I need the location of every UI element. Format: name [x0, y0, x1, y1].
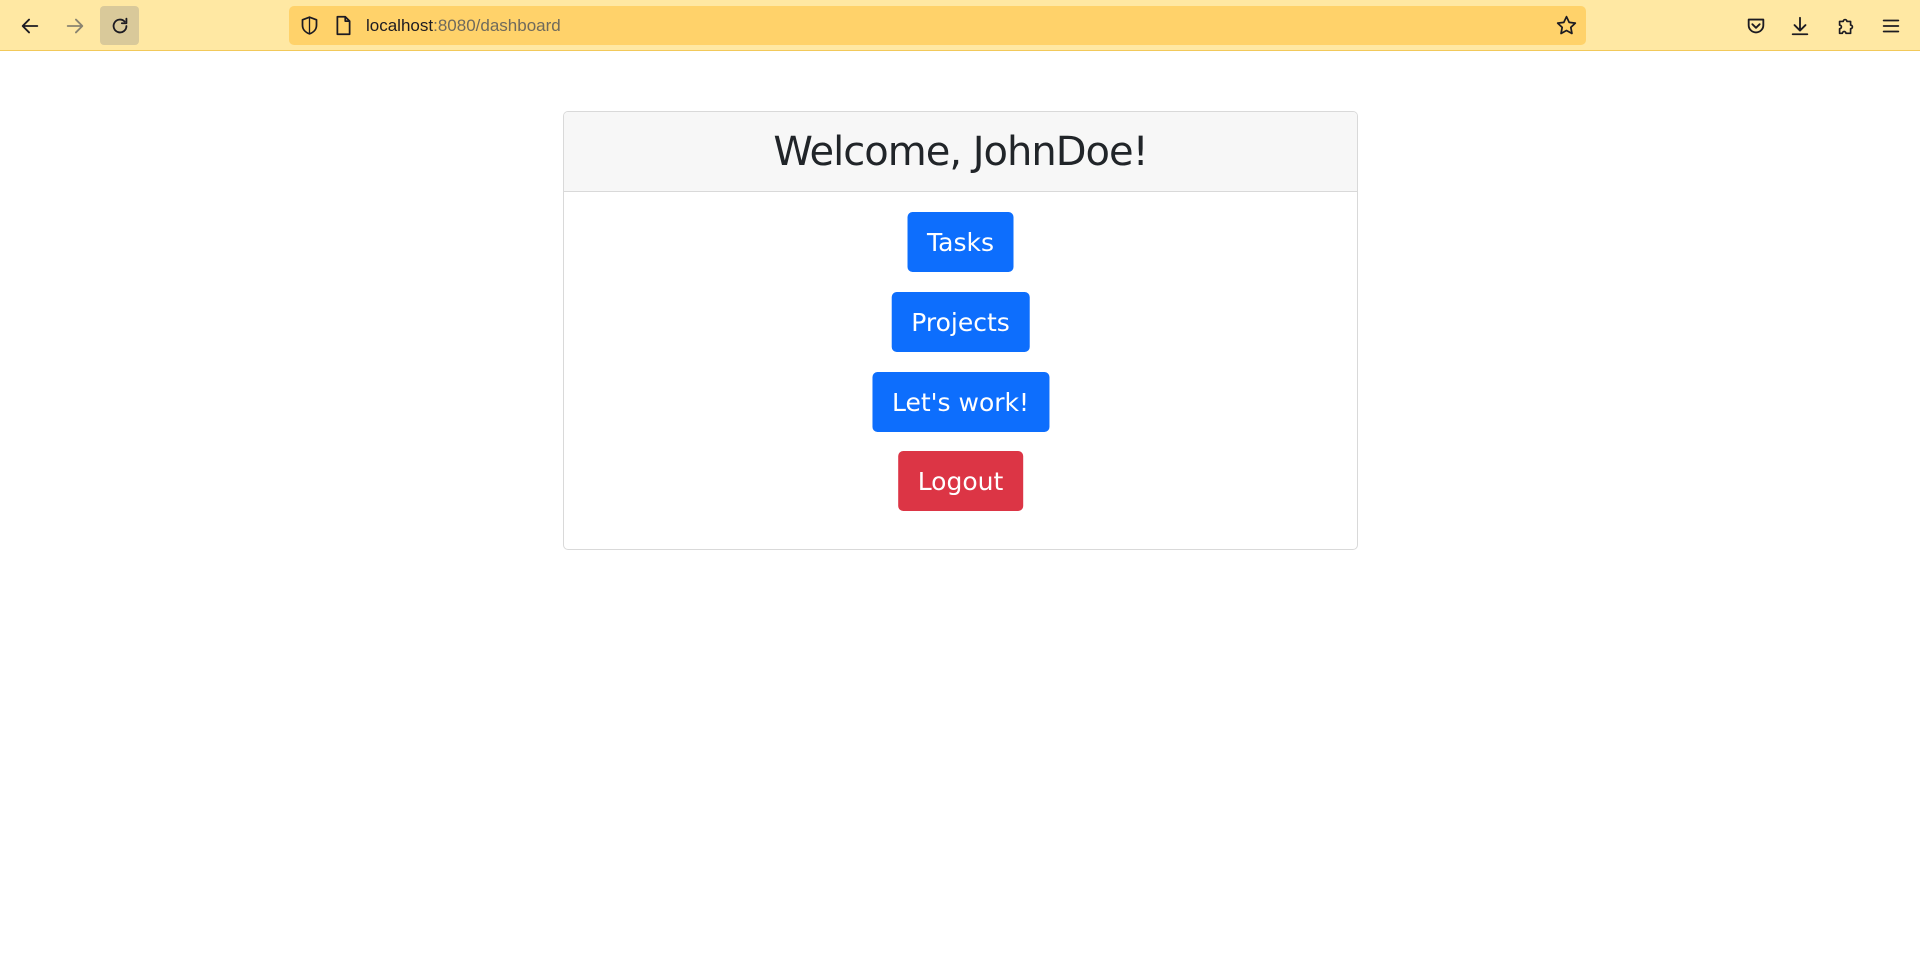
- extensions-button[interactable]: [1826, 6, 1865, 45]
- reload-button[interactable]: [100, 6, 139, 45]
- shield-icon[interactable]: [299, 15, 320, 36]
- download-icon: [1791, 16, 1808, 35]
- hamburger-menu-icon: [1882, 19, 1899, 32]
- card-header: Welcome, JohnDoe!: [564, 112, 1357, 192]
- url-text[interactable]: localhost:8080/dashboard: [366, 16, 561, 36]
- url-host: localhost: [366, 16, 434, 35]
- puzzle-icon: [1838, 18, 1853, 34]
- back-button[interactable]: [10, 6, 49, 45]
- forward-button[interactable]: [55, 6, 94, 45]
- page-icon[interactable]: [334, 15, 353, 36]
- app-menu-button[interactable]: [1871, 6, 1910, 45]
- card-body: Tasks Projects Let's work! Logout: [564, 192, 1357, 549]
- pocket-icon: [1747, 18, 1764, 33]
- logout-button[interactable]: Logout: [897, 451, 1024, 511]
- browser-toolbar: localhost:8080/dashboard: [0, 0, 1920, 51]
- arrow-left-icon: [21, 18, 38, 33]
- welcome-title: Welcome, JohnDoe!: [773, 128, 1148, 175]
- star-icon[interactable]: [1555, 14, 1578, 37]
- downloads-button[interactable]: [1780, 6, 1819, 45]
- address-bar[interactable]: localhost:8080/dashboard: [289, 6, 1586, 45]
- url-path: :8080/dashboard: [433, 16, 561, 35]
- arrow-right-icon: [66, 18, 83, 33]
- tasks-button[interactable]: Tasks: [907, 212, 1014, 272]
- pocket-button[interactable]: [1736, 6, 1775, 45]
- lets-work-button[interactable]: Let's work!: [871, 372, 1050, 432]
- dashboard-card: Welcome, JohnDoe! Tasks Projects Let's w…: [563, 111, 1358, 550]
- projects-button[interactable]: Projects: [891, 292, 1030, 352]
- reload-icon: [112, 17, 127, 33]
